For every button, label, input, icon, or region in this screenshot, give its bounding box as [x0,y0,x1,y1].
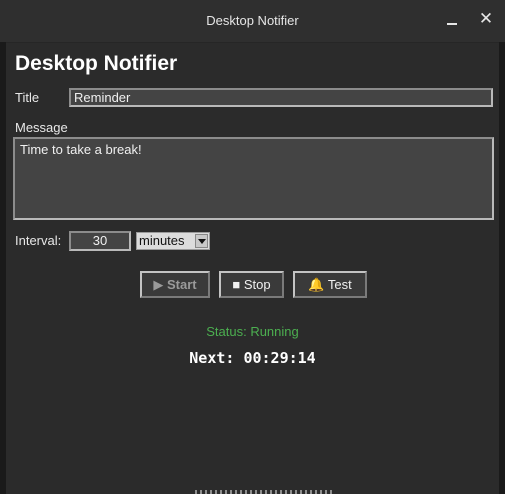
window-title: Desktop Notifier [206,13,299,28]
next-countdown: Next: 00:29:14 [189,349,316,367]
interval-input[interactable]: 30 [69,231,131,251]
interval-label: Interval: [15,233,62,248]
message-label: Message [15,120,68,135]
interval-unit-value: minutes [139,233,185,248]
app-window: Desktop Notifier ✕ Desktop Notifier Titl… [0,0,505,494]
message-textarea[interactable]: Time to take a break! [13,137,494,220]
title-label: Title [15,90,40,105]
resize-grip[interactable] [195,490,335,494]
title-input[interactable]: Reminder [69,88,493,107]
window-titlebar[interactable]: Desktop Notifier ✕ [0,0,505,43]
window-right-border [499,42,505,494]
main-content: Desktop Notifier Title Reminder Message … [6,43,499,494]
interval-unit-select[interactable]: minutes [136,232,210,250]
stop-button[interactable]: ■ Stop [219,271,284,298]
status-text: Status: Running [206,324,299,339]
start-button[interactable]: ▶ Start [140,271,210,298]
minimize-icon[interactable] [444,10,460,28]
page-title: Desktop Notifier [15,52,178,75]
chevron-down-icon[interactable] [195,234,208,248]
test-button[interactable]: 🔔 Test [293,271,367,298]
close-icon[interactable]: ✕ [477,10,495,28]
